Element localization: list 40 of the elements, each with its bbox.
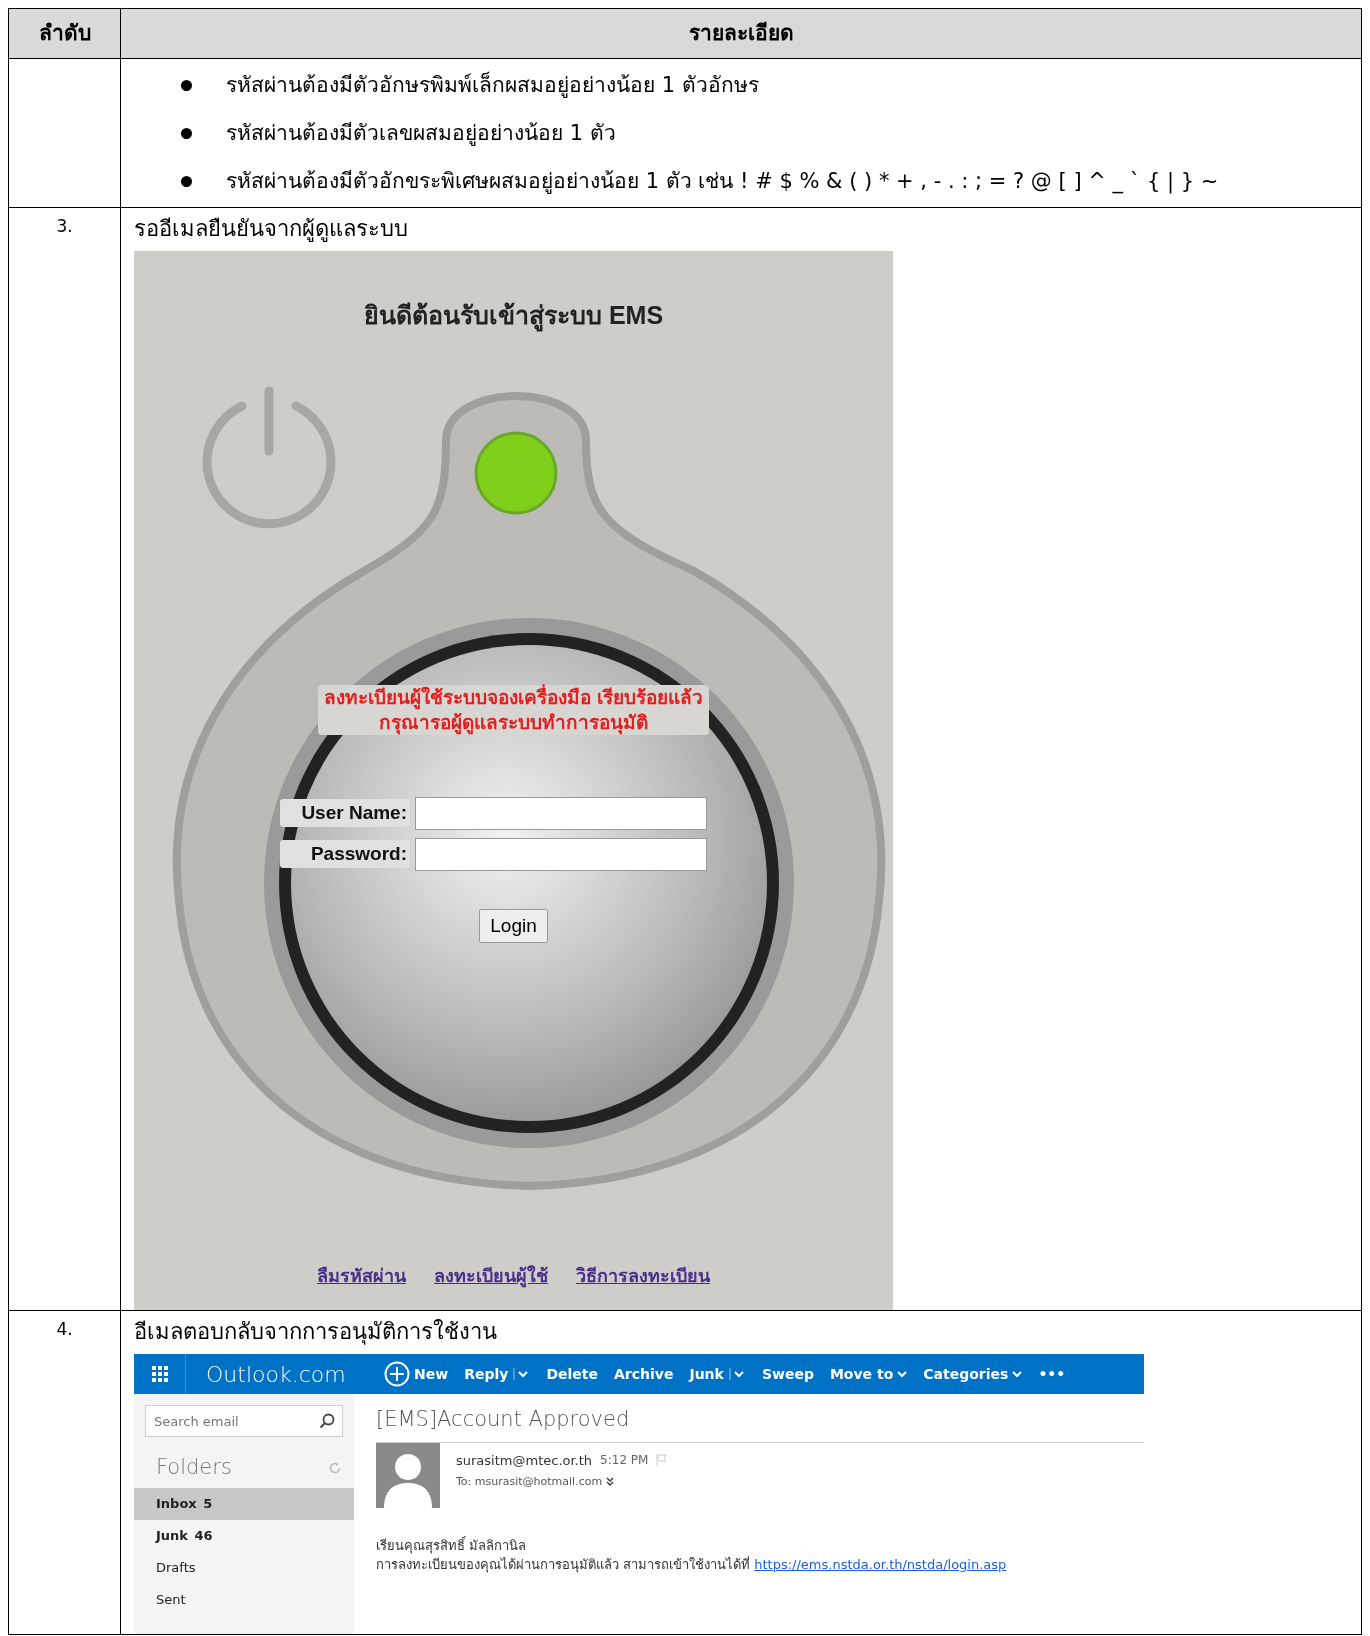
column-header: ลำดับ bbox=[8, 8, 121, 59]
folder-item[interactable]: Drafts bbox=[134, 1551, 354, 1584]
field-label: Password: bbox=[280, 839, 410, 869]
toolbar-button[interactable]: Archive bbox=[606, 1363, 682, 1385]
folders-heading: Folders bbox=[156, 1454, 232, 1481]
list-item-text: รหัสผ่านต้องมีตัวเลขผสมอยู่อย่างน้อย 1 ตัว bbox=[226, 120, 616, 148]
email-body-text: การลงทะเบียนของคุณได้ผ่านการอนุมัติแล้ว สามารถเข้าใช้งานได้ที่ https://ems.nstda.or.th/nstda/login.asp bbox=[376, 1555, 1008, 1575]
toolbar-button[interactable]: Move to bbox=[821, 1363, 916, 1385]
folder-item[interactable]: Inbox 5 bbox=[134, 1487, 354, 1520]
email-subject: [EMS]Account Approved bbox=[376, 1404, 1144, 1443]
status-message: ลงทะเบียนผู้ใช้ระบบจองเครื่องมือ เรียบร้อยแล้ว กรุณารอผู้ดูแลระบบทำการอนุมัติ bbox=[318, 684, 709, 735]
toolbar-button[interactable]: Delete bbox=[538, 1363, 606, 1385]
sender-address: surasitm@mtec.or.th bbox=[456, 1451, 593, 1470]
toolbar-button[interactable]: Reply bbox=[456, 1363, 539, 1385]
list-item-text: รหัสผ่านต้องมีตัวอักษรพิมพ์เล็กผสมอยู่อย่างน้อย 1 ตัวอักษร bbox=[226, 70, 759, 100]
list-item-text: รหัสผ่านต้องมีตัวอักขระพิเศษผสมอยู่อย่างน้อย 1 ตัว เช่น ! # $ % & ( ) * + , - . : ; = ? @ [ ] ^ _ ` { | } ~ bbox=[226, 168, 1219, 196]
folder-item[interactable]: Sent bbox=[134, 1583, 354, 1616]
row-number: 3. bbox=[56, 215, 73, 238]
search-field[interactable]: Search email bbox=[145, 1405, 343, 1437]
welcome-heading: ยินดีต้อนรับเข้าสู่ระบบ EMS bbox=[363, 297, 664, 335]
toolbar-button[interactable]: ••• bbox=[1030, 1363, 1074, 1385]
toolbar-button[interactable]: Sweep bbox=[753, 1363, 822, 1385]
link[interactable]: ลงทะเบียนผู้ใช้ bbox=[434, 1263, 548, 1290]
step-title: อีเมลตอบกลับจากการอนุมัติการใช้งาน bbox=[133, 1318, 498, 1347]
login-button[interactable]: Login bbox=[479, 908, 548, 943]
field-label: User Name: bbox=[280, 798, 410, 828]
login-link[interactable]: https://ems.nstda.or.th/nstda/login.asp bbox=[754, 1557, 1007, 1572]
folder-item[interactable]: Junk 46 bbox=[134, 1519, 354, 1552]
link[interactable]: วิธีการลงทะเบียน bbox=[576, 1263, 710, 1290]
column-header: รายละเอียด bbox=[120, 8, 1362, 59]
step-title: รออีเมลยืนยันจากผู้ดูแลระบบ bbox=[133, 215, 409, 244]
link[interactable]: ลืมรหัสผ่าน bbox=[317, 1263, 406, 1290]
toolbar-button[interactable]: Categories bbox=[915, 1363, 1031, 1385]
app-name[interactable]: Outlook.com bbox=[186, 1357, 376, 1391]
sent-time: 5:12 PM bbox=[600, 1452, 649, 1470]
recipient-address: To: msurasit@hotmail.com bbox=[456, 1474, 603, 1490]
toolbar-button[interactable]: New bbox=[376, 1361, 457, 1387]
email-greeting: เรียนคุณสุรสิทธิ์ มัลลิกานิล bbox=[376, 1535, 528, 1555]
toolbar-button[interactable]: Junk bbox=[681, 1363, 754, 1385]
row-number: 4. bbox=[56, 1318, 73, 1341]
